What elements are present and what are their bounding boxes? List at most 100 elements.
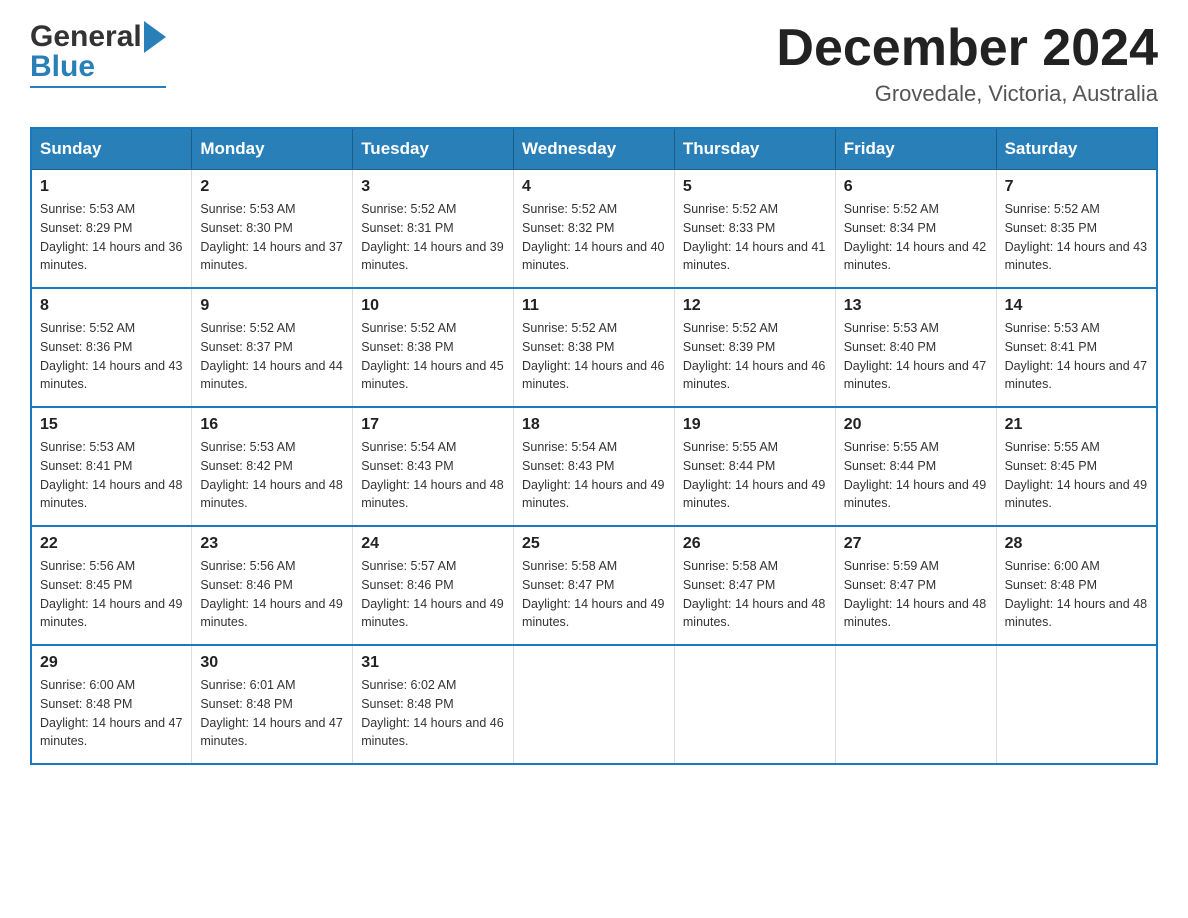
calendar-week-row: 29 Sunrise: 6:00 AMSunset: 8:48 PMDaylig… (31, 645, 1157, 764)
day-info: Sunrise: 5:59 AMSunset: 8:47 PMDaylight:… (844, 559, 986, 629)
page-header: General Blue December 2024 Grovedale, Vi… (30, 20, 1158, 107)
day-info: Sunrise: 5:53 AMSunset: 8:42 PMDaylight:… (200, 440, 342, 510)
day-info: Sunrise: 5:52 AMSunset: 8:37 PMDaylight:… (200, 321, 342, 391)
calendar-cell: 26 Sunrise: 5:58 AMSunset: 8:47 PMDaylig… (674, 526, 835, 645)
day-info: Sunrise: 5:52 AMSunset: 8:36 PMDaylight:… (40, 321, 182, 391)
calendar-cell: 23 Sunrise: 5:56 AMSunset: 8:46 PMDaylig… (192, 526, 353, 645)
calendar-header-wednesday: Wednesday (514, 128, 675, 170)
calendar-cell: 25 Sunrise: 5:58 AMSunset: 8:47 PMDaylig… (514, 526, 675, 645)
calendar-cell: 6 Sunrise: 5:52 AMSunset: 8:34 PMDayligh… (835, 170, 996, 289)
day-number: 14 (1005, 297, 1148, 315)
day-number: 20 (844, 416, 988, 434)
day-info: Sunrise: 5:52 AMSunset: 8:34 PMDaylight:… (844, 202, 986, 272)
calendar-cell: 9 Sunrise: 5:52 AMSunset: 8:37 PMDayligh… (192, 288, 353, 407)
calendar-cell: 2 Sunrise: 5:53 AMSunset: 8:30 PMDayligh… (192, 170, 353, 289)
day-number: 8 (40, 297, 183, 315)
calendar-cell: 1 Sunrise: 5:53 AMSunset: 8:29 PMDayligh… (31, 170, 192, 289)
location-text: Grovedale, Victoria, Australia (776, 81, 1158, 107)
calendar-cell: 20 Sunrise: 5:55 AMSunset: 8:44 PMDaylig… (835, 407, 996, 526)
day-number: 10 (361, 297, 505, 315)
day-number: 25 (522, 535, 666, 553)
day-info: Sunrise: 5:53 AMSunset: 8:41 PMDaylight:… (40, 440, 182, 510)
day-info: Sunrise: 5:53 AMSunset: 8:29 PMDaylight:… (40, 202, 182, 272)
logo: General Blue (30, 20, 166, 88)
day-number: 31 (361, 654, 505, 672)
day-number: 1 (40, 178, 183, 196)
day-number: 13 (844, 297, 988, 315)
day-number: 2 (200, 178, 344, 196)
title-section: December 2024 Grovedale, Victoria, Austr… (776, 20, 1158, 107)
day-number: 22 (40, 535, 183, 553)
day-number: 18 (522, 416, 666, 434)
day-number: 7 (1005, 178, 1148, 196)
day-number: 15 (40, 416, 183, 434)
day-info: Sunrise: 5:53 AMSunset: 8:30 PMDaylight:… (200, 202, 342, 272)
calendar-cell (835, 645, 996, 764)
calendar-cell: 13 Sunrise: 5:53 AMSunset: 8:40 PMDaylig… (835, 288, 996, 407)
calendar-week-row: 15 Sunrise: 5:53 AMSunset: 8:41 PMDaylig… (31, 407, 1157, 526)
calendar-cell (514, 645, 675, 764)
day-number: 30 (200, 654, 344, 672)
day-info: Sunrise: 5:52 AMSunset: 8:38 PMDaylight:… (361, 321, 503, 391)
day-number: 27 (844, 535, 988, 553)
calendar-cell: 14 Sunrise: 5:53 AMSunset: 8:41 PMDaylig… (996, 288, 1157, 407)
day-number: 16 (200, 416, 344, 434)
calendar-cell: 12 Sunrise: 5:52 AMSunset: 8:39 PMDaylig… (674, 288, 835, 407)
calendar-cell: 30 Sunrise: 6:01 AMSunset: 8:48 PMDaylig… (192, 645, 353, 764)
calendar-cell: 28 Sunrise: 6:00 AMSunset: 8:48 PMDaylig… (996, 526, 1157, 645)
day-info: Sunrise: 5:56 AMSunset: 8:46 PMDaylight:… (200, 559, 342, 629)
day-info: Sunrise: 6:00 AMSunset: 8:48 PMDaylight:… (1005, 559, 1147, 629)
day-info: Sunrise: 6:00 AMSunset: 8:48 PMDaylight:… (40, 678, 182, 748)
day-number: 3 (361, 178, 505, 196)
calendar-cell: 11 Sunrise: 5:52 AMSunset: 8:38 PMDaylig… (514, 288, 675, 407)
logo-general-text: General (30, 20, 142, 54)
logo-underline (30, 86, 166, 88)
day-info: Sunrise: 5:52 AMSunset: 8:31 PMDaylight:… (361, 202, 503, 272)
logo-blue-text: Blue (30, 50, 95, 84)
day-info: Sunrise: 5:54 AMSunset: 8:43 PMDaylight:… (522, 440, 664, 510)
day-info: Sunrise: 5:53 AMSunset: 8:41 PMDaylight:… (1005, 321, 1147, 391)
day-number: 12 (683, 297, 827, 315)
calendar-cell: 15 Sunrise: 5:53 AMSunset: 8:41 PMDaylig… (31, 407, 192, 526)
logo-triangle-icon (144, 21, 166, 53)
calendar-cell: 19 Sunrise: 5:55 AMSunset: 8:44 PMDaylig… (674, 407, 835, 526)
day-number: 9 (200, 297, 344, 315)
calendar-week-row: 8 Sunrise: 5:52 AMSunset: 8:36 PMDayligh… (31, 288, 1157, 407)
calendar-week-row: 1 Sunrise: 5:53 AMSunset: 8:29 PMDayligh… (31, 170, 1157, 289)
day-info: Sunrise: 5:55 AMSunset: 8:44 PMDaylight:… (844, 440, 986, 510)
day-info: Sunrise: 5:52 AMSunset: 8:38 PMDaylight:… (522, 321, 664, 391)
day-info: Sunrise: 5:55 AMSunset: 8:44 PMDaylight:… (683, 440, 825, 510)
day-number: 23 (200, 535, 344, 553)
day-info: Sunrise: 5:52 AMSunset: 8:33 PMDaylight:… (683, 202, 825, 272)
month-title: December 2024 (776, 20, 1158, 77)
calendar-cell: 24 Sunrise: 5:57 AMSunset: 8:46 PMDaylig… (353, 526, 514, 645)
calendar-table: SundayMondayTuesdayWednesdayThursdayFrid… (30, 127, 1158, 765)
calendar-cell: 16 Sunrise: 5:53 AMSunset: 8:42 PMDaylig… (192, 407, 353, 526)
day-info: Sunrise: 5:56 AMSunset: 8:45 PMDaylight:… (40, 559, 182, 629)
day-number: 11 (522, 297, 666, 315)
day-number: 24 (361, 535, 505, 553)
calendar-cell (674, 645, 835, 764)
calendar-week-row: 22 Sunrise: 5:56 AMSunset: 8:45 PMDaylig… (31, 526, 1157, 645)
day-info: Sunrise: 5:52 AMSunset: 8:39 PMDaylight:… (683, 321, 825, 391)
calendar-cell: 17 Sunrise: 5:54 AMSunset: 8:43 PMDaylig… (353, 407, 514, 526)
day-number: 28 (1005, 535, 1148, 553)
day-info: Sunrise: 5:57 AMSunset: 8:46 PMDaylight:… (361, 559, 503, 629)
calendar-header-monday: Monday (192, 128, 353, 170)
day-number: 19 (683, 416, 827, 434)
calendar-cell: 4 Sunrise: 5:52 AMSunset: 8:32 PMDayligh… (514, 170, 675, 289)
calendar-header-saturday: Saturday (996, 128, 1157, 170)
day-number: 5 (683, 178, 827, 196)
day-info: Sunrise: 6:01 AMSunset: 8:48 PMDaylight:… (200, 678, 342, 748)
calendar-header-row: SundayMondayTuesdayWednesdayThursdayFrid… (31, 128, 1157, 170)
calendar-cell: 31 Sunrise: 6:02 AMSunset: 8:48 PMDaylig… (353, 645, 514, 764)
calendar-cell: 3 Sunrise: 5:52 AMSunset: 8:31 PMDayligh… (353, 170, 514, 289)
day-info: Sunrise: 5:58 AMSunset: 8:47 PMDaylight:… (683, 559, 825, 629)
calendar-cell: 29 Sunrise: 6:00 AMSunset: 8:48 PMDaylig… (31, 645, 192, 764)
calendar-cell: 22 Sunrise: 5:56 AMSunset: 8:45 PMDaylig… (31, 526, 192, 645)
day-info: Sunrise: 6:02 AMSunset: 8:48 PMDaylight:… (361, 678, 503, 748)
day-info: Sunrise: 5:52 AMSunset: 8:32 PMDaylight:… (522, 202, 664, 272)
calendar-cell: 27 Sunrise: 5:59 AMSunset: 8:47 PMDaylig… (835, 526, 996, 645)
calendar-cell: 7 Sunrise: 5:52 AMSunset: 8:35 PMDayligh… (996, 170, 1157, 289)
calendar-header-thursday: Thursday (674, 128, 835, 170)
